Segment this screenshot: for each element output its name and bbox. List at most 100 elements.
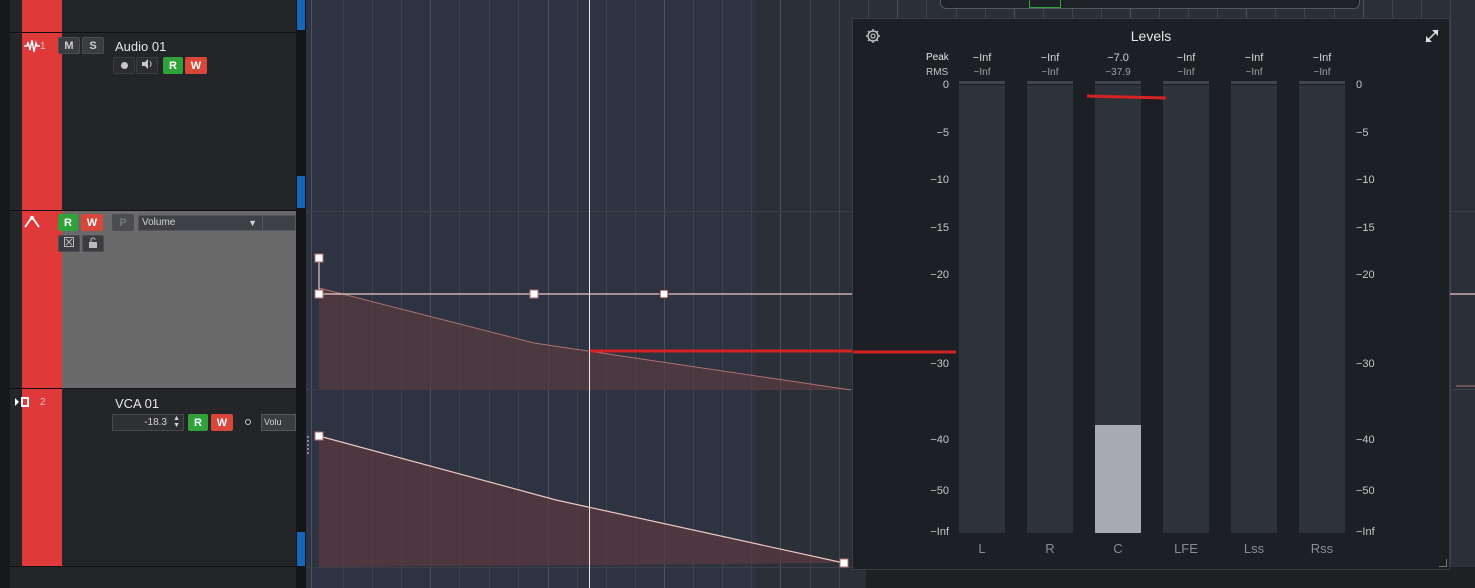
scale-label-left: −30	[930, 358, 949, 370]
automation-point[interactable]	[314, 289, 324, 299]
scroll-marker	[297, 176, 305, 208]
rms-value: −Inf	[1041, 67, 1059, 78]
write-automation-button[interactable]: W	[81, 214, 103, 231]
peak-value: −7.0	[1107, 52, 1129, 64]
track-color-strip	[22, 33, 62, 210]
scale-label-left: −Inf	[930, 526, 949, 538]
track-vca-01[interactable]: 2 VCA 01 -18.3 ▲ ▼ R W Volu	[10, 389, 296, 567]
mute-button[interactable]: M	[58, 37, 80, 54]
read-automation-button[interactable]: R	[58, 214, 78, 231]
automation-icon	[24, 215, 40, 234]
scale-label-left: −5	[936, 127, 949, 139]
automation-parameter-label: Volume	[142, 217, 176, 228]
scale-label-left: −10	[930, 174, 949, 186]
stepper-icon: ▲ ▼	[173, 415, 180, 429]
meter-level-fill	[1095, 425, 1141, 533]
peak-value: −Inf	[1176, 52, 1196, 64]
scale-label-right: −5	[1356, 127, 1369, 139]
resize-grip-icon[interactable]	[1439, 559, 1447, 567]
meter-peak-hold	[1027, 81, 1073, 84]
scale-label-right: −30	[1356, 358, 1375, 370]
track-list-scrollbar[interactable]	[296, 0, 306, 588]
solo-button[interactable]: S	[82, 37, 104, 54]
lock-icon	[88, 236, 98, 251]
automation-param-extension	[263, 215, 296, 231]
track-name[interactable]: VCA 01	[115, 396, 159, 411]
top-toolbar[interactable]	[940, 0, 1360, 9]
write-automation-button[interactable]: W	[211, 414, 233, 431]
rms-value: −Inf	[1177, 67, 1195, 78]
scale-label-left: −50	[930, 485, 949, 497]
close-box-icon	[64, 237, 74, 250]
scale-label-right: −Inf	[1356, 526, 1375, 538]
parameter-field-text: Volu	[264, 417, 282, 427]
monitor-button[interactable]	[136, 57, 158, 74]
track-number: 2	[40, 397, 46, 408]
track-color-strip	[22, 389, 62, 566]
peak-value: −Inf	[1040, 52, 1060, 64]
levels-panel[interactable]: Levels Peak RMS −Inf −Inf L −Inf −Inf R −7.0 −3…	[852, 18, 1450, 570]
scale-label-right: −10	[1356, 174, 1375, 186]
read-automation-button[interactable]: R	[163, 57, 183, 74]
track-name[interactable]: Audio 01	[115, 39, 166, 54]
peak-value: −Inf	[972, 52, 992, 64]
levels-title: Levels	[1130, 28, 1172, 44]
channel-label: R	[1045, 541, 1055, 556]
meter-lfe	[1163, 85, 1209, 533]
meter-peak-hold	[1231, 81, 1277, 84]
meter-lss	[1231, 85, 1277, 533]
clear-automation-button[interactable]	[58, 235, 80, 252]
scroll-marker	[297, 0, 305, 30]
status-dot-icon	[245, 419, 251, 425]
scale-label-right: 0	[1356, 79, 1363, 91]
chevron-down-icon: ▼	[248, 218, 257, 228]
meter-l	[959, 85, 1005, 533]
meter-rss	[1299, 85, 1345, 533]
track-list-border	[0, 0, 10, 588]
track-color-strip	[22, 211, 62, 388]
automation-parameter-select[interactable]: Volume ▼	[138, 215, 263, 231]
record-enable-button[interactable]	[113, 57, 135, 74]
playhead-cursor[interactable]	[589, 0, 590, 588]
rms-value: −Inf	[1313, 67, 1331, 78]
vca-value-field[interactable]: -18.3 ▲ ▼	[112, 414, 184, 431]
scale-label-right: −15	[1356, 222, 1375, 234]
parameter-field[interactable]: Volu	[261, 414, 296, 431]
scale-label-right: −40	[1356, 434, 1375, 446]
read-automation-button[interactable]: R	[188, 414, 208, 431]
peak-label: Peak	[926, 52, 949, 63]
resize-icon[interactable]	[1425, 29, 1439, 48]
monitor-icon	[141, 59, 153, 72]
channel-label: L	[978, 541, 986, 556]
track-list: 1 M S Audio 01 R W R W P Volume ▼ 2 VCA …	[0, 0, 300, 588]
record-icon	[120, 62, 128, 69]
scale-label-right: −50	[1356, 485, 1375, 497]
vca-icon	[14, 395, 30, 414]
lock-button[interactable]	[82, 235, 104, 252]
automation-fill-vca	[319, 436, 844, 567]
punch-button[interactable]: P	[112, 214, 134, 231]
toolbar-active-segment[interactable]	[1029, 0, 1061, 8]
scroll-marker	[297, 532, 305, 566]
track-color-strip	[22, 0, 62, 32]
track-audio-01[interactable]: 1 M S Audio 01 R W	[10, 33, 296, 211]
peak-value: −Inf	[1312, 52, 1332, 64]
rms-value: −Inf	[973, 67, 991, 78]
channel-label: Rss	[1310, 541, 1334, 556]
rms-label: RMS	[926, 67, 949, 78]
channel-label: Lss	[1243, 541, 1265, 556]
channel-label: LFE	[1174, 541, 1198, 556]
channel-label: C	[1113, 541, 1123, 556]
track-number: 1	[40, 41, 46, 52]
meter-r	[1027, 85, 1073, 533]
track-header-partial[interactable]	[10, 0, 296, 33]
track-body	[62, 0, 296, 32]
automation-point[interactable]	[529, 289, 539, 299]
automation-point-selected[interactable]	[659, 289, 669, 299]
automation-point[interactable]	[314, 253, 324, 263]
scale-label-left: 0	[942, 79, 949, 91]
automation-track-volume[interactable]: R W P Volume ▼	[10, 211, 296, 389]
automation-point[interactable]	[839, 558, 849, 568]
write-automation-button[interactable]: W	[185, 57, 207, 74]
automation-point[interactable]	[314, 431, 324, 441]
